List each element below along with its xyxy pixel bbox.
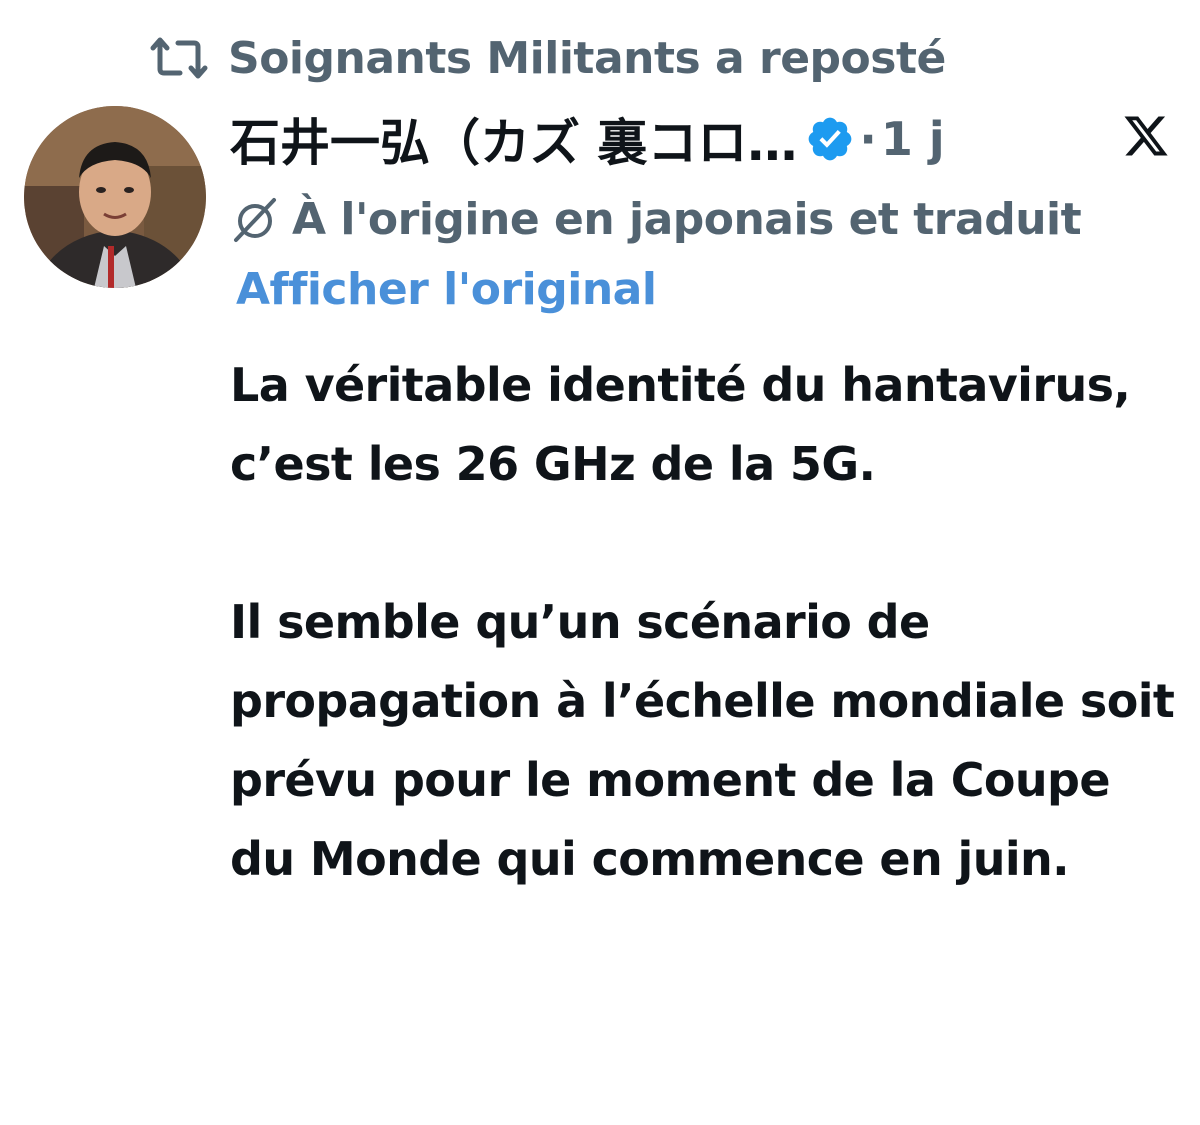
translation-notice-text: À l'origine en japonais et traduit	[292, 193, 1082, 245]
repost-indicator[interactable]: Soignants Militants a reposté	[150, 28, 946, 88]
avatar[interactable]	[24, 106, 206, 288]
tweet-header: 石井一弘（カズ 裏コロ… · 1 j	[230, 104, 1180, 174]
author-display-name[interactable]: 石井一弘（カズ 裏コロ…	[230, 103, 797, 175]
translation-notice: À l'origine en japonais et traduit	[230, 188, 1082, 250]
verified-badge-icon	[805, 114, 855, 164]
post-time[interactable]: 1 j	[881, 112, 945, 166]
tweet-paragraph: La véritable identité du hantavirus, c’e…	[230, 358, 1131, 491]
repost-icon	[150, 33, 210, 83]
tweet-text: La véritable identité du hantavirus, c’e…	[230, 346, 1180, 899]
repost-label: Soignants Militants a reposté	[228, 32, 946, 84]
x-logo-icon	[1122, 112, 1170, 160]
separator-dot: ·	[859, 112, 877, 166]
tweet-paragraph: Il semble qu’un scénario de propagation …	[230, 595, 1175, 886]
show-original-link[interactable]: Afficher l'original	[236, 264, 657, 315]
translate-slashed-icon	[230, 194, 280, 244]
